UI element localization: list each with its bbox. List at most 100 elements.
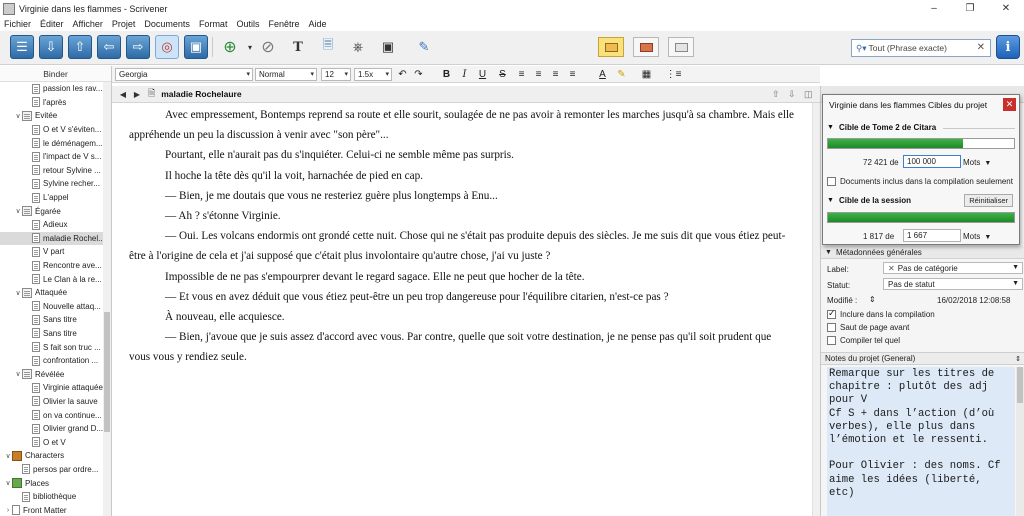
draft-unit-select[interactable]: Mots ▼ bbox=[963, 158, 991, 167]
align-justify-icon[interactable]: ≡ bbox=[566, 68, 579, 81]
italic-button[interactable]: I bbox=[458, 68, 471, 81]
line-spacing-select[interactable]: 1.5x ▾ bbox=[354, 68, 392, 81]
clear-search-icon[interactable]: ✕ bbox=[977, 42, 985, 53]
view-corkboard-icon[interactable] bbox=[633, 37, 659, 57]
chevron-right-icon[interactable]: › bbox=[4, 507, 12, 514]
binder-item[interactable]: L'appel bbox=[0, 191, 111, 205]
editor-paragraph[interactable]: Avec empressement, Bontemps reprend sa r… bbox=[129, 105, 795, 145]
binder-item[interactable]: Olivier grand D... bbox=[0, 422, 111, 436]
binder-item[interactable]: ∨ Égarée bbox=[0, 204, 111, 218]
header-down-icon[interactable]: ⇩ bbox=[788, 89, 796, 100]
notes-header[interactable]: Notes du projet (General) ⇕ bbox=[821, 352, 1024, 365]
text-color-icon[interactable]: A bbox=[596, 68, 609, 81]
size-select[interactable]: 12 ▾ bbox=[321, 68, 351, 81]
move-down-icon[interactable]: ⇩ bbox=[39, 35, 63, 59]
binder-item[interactable]: Nouvelle attaq... bbox=[0, 300, 111, 314]
strikethrough-button[interactable]: S bbox=[496, 68, 509, 81]
binder-item[interactable]: O et V s'éviten... bbox=[0, 123, 111, 137]
binder-item[interactable]: l'impact de V s... bbox=[0, 150, 111, 164]
binder-item[interactable]: confrontation ... bbox=[0, 354, 111, 368]
fullscreen-icon[interactable]: ▣ bbox=[376, 35, 400, 59]
inspector-toggle-icon[interactable]: i bbox=[996, 35, 1020, 59]
modified-stepper-icon[interactable]: ⇕ bbox=[869, 295, 876, 304]
chevron-down-icon[interactable]: ∨ bbox=[14, 207, 22, 215]
binder-item[interactable]: Olivier la sauve bbox=[0, 395, 111, 409]
keywords-icon[interactable]: ⎈ bbox=[346, 35, 370, 59]
compile-as-is-row[interactable]: Compiler tel quel bbox=[827, 336, 900, 346]
highlight-icon[interactable]: ✎ bbox=[615, 68, 628, 81]
binder-item[interactable]: le déménagem... bbox=[0, 136, 111, 150]
align-left-icon[interactable]: ≡ bbox=[515, 68, 528, 81]
forward-icon[interactable]: ▶ bbox=[130, 90, 144, 99]
target-icon[interactable]: ◎ bbox=[155, 35, 179, 59]
editor-pane[interactable]: Avec empressement, Bontemps reprend sa r… bbox=[112, 103, 812, 516]
compile-as-is-checkbox[interactable] bbox=[827, 336, 836, 346]
search-input[interactable]: ⚲▾ Tout (Phrase exacte) ✕ bbox=[851, 39, 991, 57]
binder-item[interactable]: on va continue... bbox=[0, 408, 111, 422]
binder-item[interactable]: Adieux bbox=[0, 218, 111, 232]
undo-icon[interactable]: ↶ bbox=[396, 68, 409, 81]
notes-scrollbar[interactable] bbox=[1016, 367, 1024, 516]
move-up-icon[interactable]: ⇧ bbox=[68, 35, 92, 59]
underline-button[interactable]: U bbox=[476, 68, 489, 81]
editor-scrollbar[interactable] bbox=[812, 103, 820, 516]
close-window-icon[interactable]: ✕ bbox=[988, 0, 1024, 17]
editor-paragraph[interactable]: — Et vous en avez déduit que vous étiez … bbox=[129, 287, 795, 307]
binder-item[interactable]: S fait son truc ... bbox=[0, 340, 111, 354]
menu-documents[interactable]: Documents bbox=[144, 19, 190, 29]
editor-paragraph[interactable]: — Oui. Les volcans endormis ont grondé c… bbox=[129, 226, 795, 266]
move-right-icon[interactable]: ⇨ bbox=[126, 35, 150, 59]
split-icon[interactable]: ◫ bbox=[804, 89, 813, 100]
binder-item[interactable]: retour Sylvine ... bbox=[0, 164, 111, 178]
table-icon[interactable]: ▦ bbox=[640, 68, 653, 81]
binder-toggle-icon[interactable]: ☰ bbox=[10, 35, 34, 59]
editor-paragraph[interactable]: — Bien, j'avoue que je suis assez d'acco… bbox=[129, 327, 795, 367]
binder-item[interactable]: Sans titre bbox=[0, 327, 111, 341]
menu-outils[interactable]: Outils bbox=[236, 19, 259, 29]
binder-item[interactable]: Virginie attaquée bbox=[0, 381, 111, 395]
draft-target-heading[interactable]: ▼ Cible de Tome 2 de Citara bbox=[827, 123, 936, 132]
bold-button[interactable]: B bbox=[440, 68, 453, 81]
compose-mode-icon[interactable]: ▣ bbox=[184, 35, 208, 59]
maximize-icon[interactable]: ❐ bbox=[952, 0, 988, 17]
new-page-icon[interactable]: 🗏 bbox=[316, 35, 340, 59]
menu-fichier[interactable]: Fichier bbox=[4, 19, 31, 29]
binder-item[interactable]: bibliothèque bbox=[0, 490, 111, 504]
view-outline-icon[interactable] bbox=[668, 37, 694, 57]
editor-paragraph[interactable]: — Bien, je me doutais que vous ne rester… bbox=[129, 186, 795, 206]
editor-paragraph[interactable]: Il hoche la tête dès qu'il la voit, harn… bbox=[129, 166, 795, 186]
editor-paragraph[interactable]: — Ah ? s'étonne Virginie. bbox=[129, 206, 795, 226]
back-icon[interactable]: ◀ bbox=[116, 90, 130, 99]
text-icon[interactable]: T bbox=[286, 35, 310, 59]
chevron-down-icon[interactable]: ∨ bbox=[14, 289, 22, 297]
menu-projet[interactable]: Projet bbox=[112, 19, 136, 29]
menu-afficher[interactable]: Afficher bbox=[73, 19, 103, 29]
session-unit-select[interactable]: Mots ▼ bbox=[963, 232, 991, 241]
binder-item[interactable]: › Front Matter bbox=[0, 503, 111, 516]
binder-item[interactable]: O et V bbox=[0, 435, 111, 449]
view-document-icon[interactable] bbox=[598, 37, 624, 57]
delete-icon[interactable]: ⊘ bbox=[256, 35, 280, 59]
page-break-checkbox[interactable] bbox=[827, 323, 836, 333]
menu-aide[interactable]: Aide bbox=[309, 19, 327, 29]
list-icon[interactable]: ⋮≡ bbox=[666, 68, 682, 81]
font-select[interactable]: Georgia ▾ bbox=[115, 68, 253, 81]
binder-item[interactable]: Sans titre bbox=[0, 313, 111, 327]
editor-paragraph[interactable]: À nouveau, elle acquiesce. bbox=[129, 307, 795, 327]
menu-format[interactable]: Format bbox=[199, 19, 228, 29]
editor-text[interactable]: Avec empressement, Bontemps reprend sa r… bbox=[129, 105, 795, 368]
minimize-icon[interactable]: – bbox=[916, 0, 952, 17]
binder-item[interactable]: passion les rav... bbox=[0, 82, 111, 96]
session-target-heading[interactable]: ▼ Cible de la session bbox=[827, 196, 911, 205]
binder-item[interactable]: V part bbox=[0, 245, 111, 259]
binder-item[interactable]: ∨ Evitée bbox=[0, 109, 111, 123]
snapshot-icon[interactable]: ✎ bbox=[412, 35, 436, 59]
chevron-down-icon[interactable]: ∨ bbox=[4, 479, 12, 487]
include-only-checkbox[interactable] bbox=[827, 177, 836, 187]
binder-item[interactable]: persos par ordre... bbox=[0, 463, 111, 477]
label-select[interactable]: ✕ Pas de catégorie ▼ bbox=[883, 262, 1023, 274]
header-up-icon[interactable]: ⇧ bbox=[772, 89, 780, 100]
project-notes[interactable]: Remarque sur les titres de chapitre : pl… bbox=[827, 367, 1015, 516]
binder-item[interactable]: l'après bbox=[0, 96, 111, 110]
binder-item[interactable]: ∨ Characters bbox=[0, 449, 111, 463]
